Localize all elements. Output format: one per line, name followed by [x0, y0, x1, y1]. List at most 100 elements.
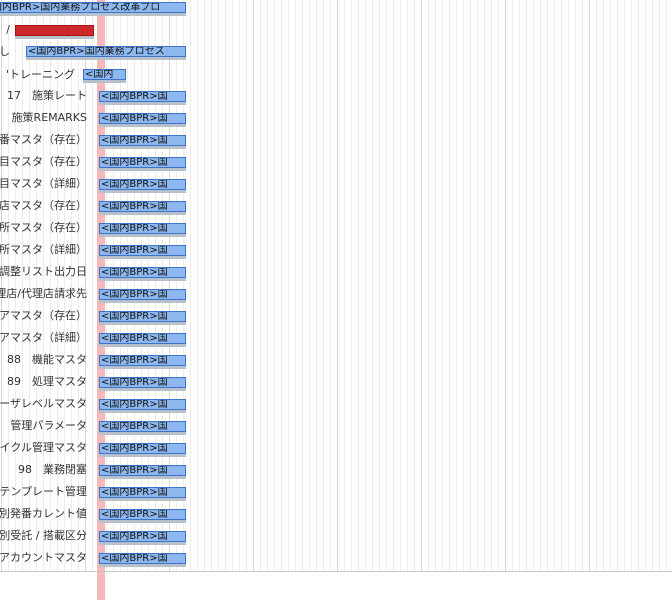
grid-line — [463, 0, 464, 572]
grid-line — [232, 0, 233, 572]
grid-line — [351, 0, 352, 572]
grid-line — [281, 0, 282, 572]
grid-line — [218, 0, 219, 572]
task-bar[interactable]: <国内BPR>国 — [99, 267, 186, 278]
task-bar[interactable]: <国内BPR>国 — [99, 135, 186, 146]
grid-line — [568, 0, 569, 572]
grid-line — [421, 0, 422, 572]
grid-line — [288, 0, 289, 572]
grid-line — [540, 0, 541, 572]
timeline-bottom-rule — [0, 571, 672, 572]
task-bar[interactable]: <国内BPR>国 — [99, 201, 186, 212]
grid-line — [274, 0, 275, 572]
task-bar[interactable]: <国内BPR>国 — [99, 443, 186, 454]
task-bar[interactable]: <国内BPR>国 — [99, 157, 186, 168]
grid-line — [302, 0, 303, 572]
task-bar[interactable]: <国内BPR>国 — [99, 245, 186, 256]
grid-line — [547, 0, 548, 572]
task-bar[interactable]: <国内BPR>国 — [99, 333, 186, 344]
milestone-bar[interactable]: <国内BPR>国内 — [15, 25, 94, 36]
grid-line — [337, 0, 338, 572]
task-bar[interactable]: <国内BPR>国 — [99, 399, 186, 410]
task-bar[interactable]: <国内BPR>国 — [99, 223, 186, 234]
grid-line — [239, 0, 240, 572]
row-label: アカウントマスタ — [0, 551, 87, 564]
grid-line — [316, 0, 317, 572]
row-label: 17 施策レート — [7, 89, 87, 102]
task-bar[interactable]: <国内BPR>国 — [99, 377, 186, 388]
grid-line — [365, 0, 366, 572]
grid-line — [442, 0, 443, 572]
grid-line — [526, 0, 527, 572]
grid-line — [204, 0, 205, 572]
grid-line — [470, 0, 471, 572]
grid-line — [344, 0, 345, 572]
row-label: / — [6, 23, 10, 36]
task-bar[interactable]: <国内BPR>国 — [99, 311, 186, 322]
grid-line — [393, 0, 394, 572]
task-bar[interactable]: <国内BPR>国内業務プロセス — [26, 46, 186, 57]
task-bar[interactable]: <国内BPR>国 — [99, 113, 186, 124]
grid-line — [533, 0, 534, 572]
grid-line — [610, 0, 611, 572]
grid-line — [491, 0, 492, 572]
grid-line — [211, 0, 212, 572]
row-label: 番マスタ（存在） — [0, 133, 87, 146]
grid-line — [267, 0, 268, 572]
row-label: 'トレーニング — [5, 68, 75, 81]
task-bar[interactable]: <国内BPR>国 — [99, 553, 186, 564]
row-label: アマスタ（存在） — [0, 309, 87, 322]
grid-line — [561, 0, 562, 572]
task-bar[interactable]: <国内BPR>国 — [99, 179, 186, 190]
row-label: 管理パラメータ — [10, 419, 87, 432]
grid-line — [400, 0, 401, 572]
grid-line — [372, 0, 373, 572]
grid-line — [330, 0, 331, 572]
grid-line — [596, 0, 597, 572]
grid-line — [652, 0, 653, 572]
row-label: 89 処理マスタ — [7, 375, 87, 388]
grid-line — [477, 0, 478, 572]
task-bar[interactable]: <国内BPR>国 — [99, 465, 186, 476]
row-label: 調整リスト出力日 — [0, 265, 87, 278]
task-bar[interactable]: <国内BPR>国 — [99, 509, 186, 520]
task-bar[interactable]: <国内 — [83, 69, 126, 80]
task-bar[interactable]: <国内BPR>国 — [99, 289, 186, 300]
grid-line — [484, 0, 485, 572]
grid-line — [582, 0, 583, 572]
row-label: 別発番カレント値 — [0, 507, 87, 520]
row-label: 店マスタ（存在） — [0, 199, 87, 212]
task-bar[interactable]: <国内BPR>国 — [99, 487, 186, 498]
grid-line — [309, 0, 310, 572]
grid-line — [645, 0, 646, 572]
grid-line — [414, 0, 415, 572]
grid-line — [505, 0, 506, 572]
grid-line — [456, 0, 457, 572]
grid-line — [554, 0, 555, 572]
grid-line — [435, 0, 436, 572]
grid-line — [638, 0, 639, 572]
grid-line — [666, 0, 667, 572]
row-label: 目マスタ（詳細） — [0, 177, 87, 190]
grid-line — [323, 0, 324, 572]
task-bar[interactable]: 国内BPR>国内業務プロセス改革プロ — [0, 2, 186, 13]
gantt-chart: 国内BPR>国内業務プロセス改革プロ / <国内BPR>国内し <国内BPR>国内業務… — [0, 0, 672, 600]
grid-line — [449, 0, 450, 572]
task-bar[interactable]: <国内BPR>国 — [99, 531, 186, 542]
grid-line — [92, 0, 93, 572]
grid-line — [428, 0, 429, 572]
grid-line — [624, 0, 625, 572]
task-bar[interactable]: <国内BPR>国 — [99, 355, 186, 366]
grid-line — [295, 0, 296, 572]
grid-line — [407, 0, 408, 572]
row-label: 目マスタ（存在） — [0, 155, 87, 168]
row-label: 98 業務閉塞 — [18, 463, 87, 476]
grid-line — [603, 0, 604, 572]
task-bar[interactable]: <国内BPR>国 — [99, 91, 186, 102]
grid-line — [659, 0, 660, 572]
row-label: 施策REMARKS — [11, 111, 87, 124]
row-label: 所マスタ（詳細） — [0, 243, 87, 256]
row-label: 所マスタ（存在） — [0, 221, 87, 234]
task-bar[interactable]: <国内BPR>国 — [99, 421, 186, 432]
grid-line — [386, 0, 387, 572]
